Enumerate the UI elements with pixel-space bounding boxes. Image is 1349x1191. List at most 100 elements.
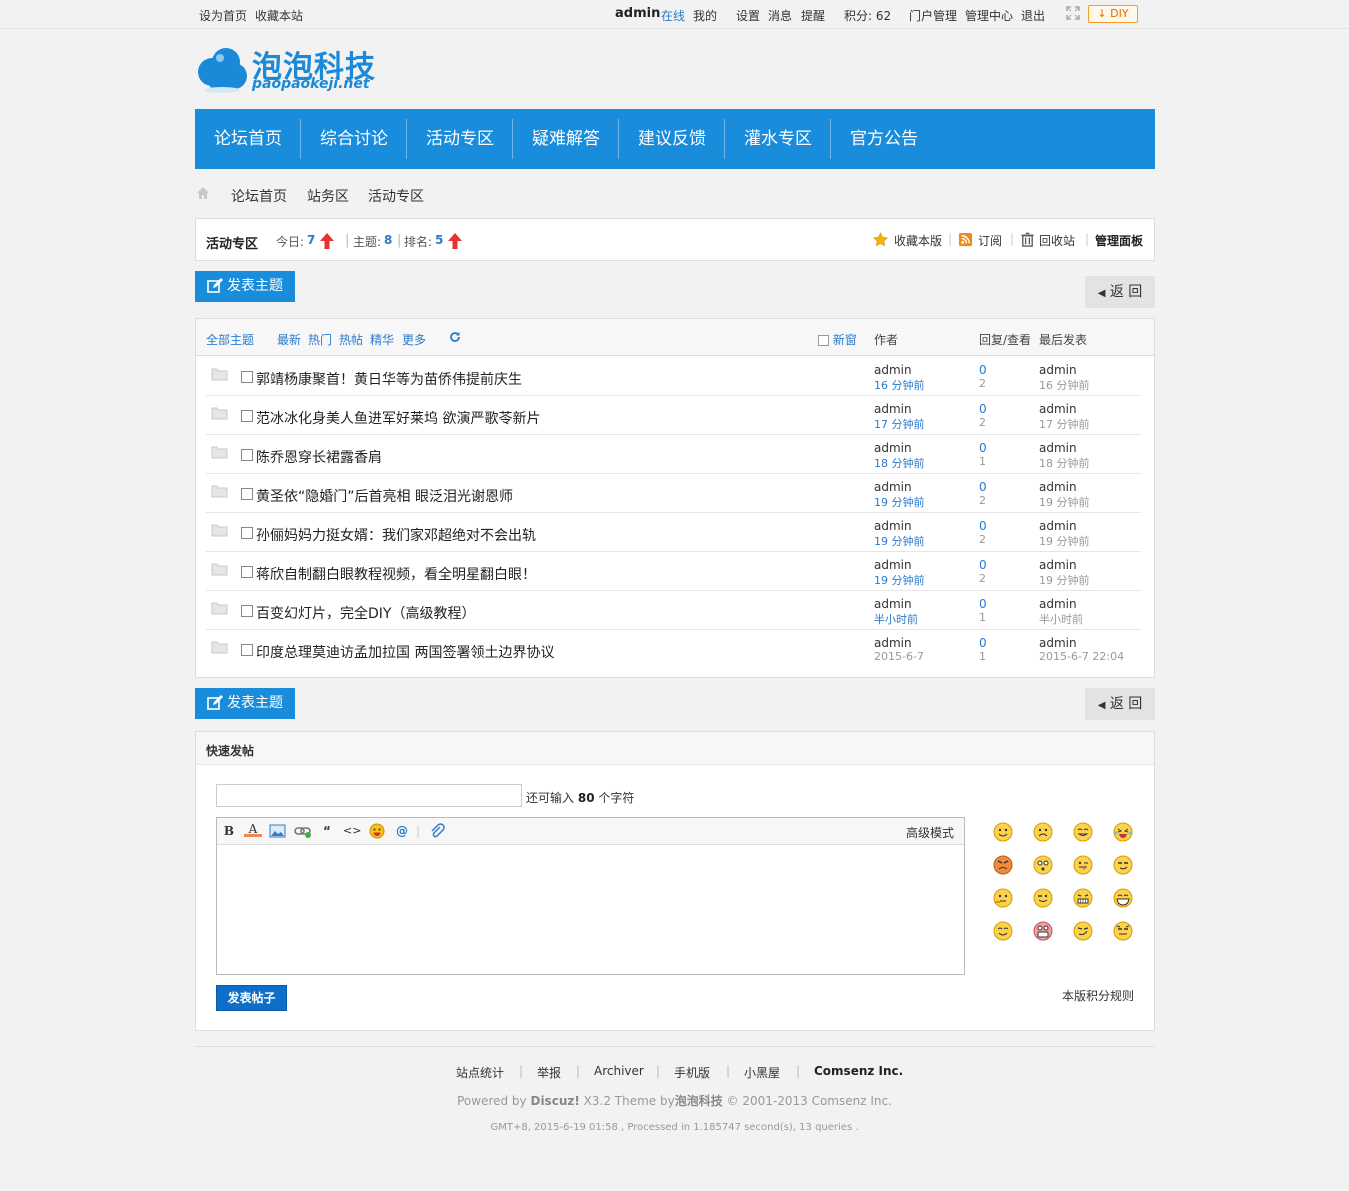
attachment-icon[interactable] [428,823,446,839]
breadcrumb-forum-home[interactable]: 论坛首页 [231,186,287,206]
smiley-grin-icon[interactable] [1073,822,1093,842]
thread-replies[interactable]: 0 [979,480,987,494]
image-icon[interactable] [269,823,287,839]
font-color-button[interactable]: A [244,823,262,837]
code-button[interactable]: <> [343,823,361,839]
thread-title[interactable]: 郭靖杨康聚首！黄日华等为苗侨伟提前庆生 [256,369,522,389]
smiley-tongue-icon[interactable] [1073,855,1093,875]
breadcrumb-events[interactable]: 活动专区 [368,186,424,206]
smiley-icon[interactable] [368,823,386,839]
diy-button[interactable]: ↓ DIY [1088,5,1138,23]
thread-title[interactable]: 印度总理莫迪访孟加拉国 两国签署领土边界协议 [256,642,554,662]
footer-comsenz-link[interactable]: Comsenz Inc. [814,1064,903,1078]
footer-archiver-link[interactable]: Archiver [594,1064,644,1078]
messages-link[interactable]: 消息 [768,7,792,24]
recycle-bin-link[interactable]: 回收站 [1039,232,1075,249]
theme-author-link[interactable]: 泡泡科技 [675,1094,723,1108]
thread-last-user[interactable]: admin [1039,558,1077,572]
subscribe-link[interactable]: 订阅 [978,232,1002,249]
thread-checkbox[interactable] [241,371,253,383]
thread-replies[interactable]: 0 [979,402,987,416]
smiley-laugh-icon[interactable] [1113,888,1133,908]
back-button[interactable]: ◀ 返 回 [1085,276,1155,308]
smiley-sad-icon[interactable] [1033,822,1053,842]
smiley-angry-icon[interactable] [993,855,1013,875]
smiley-annoyed-icon[interactable] [1113,921,1133,941]
thread-author[interactable]: admin [874,402,912,416]
smiley-wink-icon[interactable] [1033,888,1053,908]
refresh-icon[interactable] [449,331,461,343]
thread-checkbox[interactable] [241,566,253,578]
thread-last-user[interactable]: admin [1039,363,1077,377]
smiley-thinking-icon[interactable] [993,888,1013,908]
site-logo[interactable]: 泡泡科技 paopaokeji.net [196,42,376,98]
points-link[interactable]: 积分: 62 [844,7,891,24]
home-icon[interactable] [196,186,210,200]
nav-item-general[interactable]: 综合讨论 [301,109,407,169]
favorite-forum-link[interactable]: 收藏本版 [894,232,942,249]
smiley-grimace-icon[interactable] [1073,888,1093,908]
reminders-link[interactable]: 提醒 [801,7,825,24]
nav-item-events[interactable]: 活动专区 [407,109,513,169]
thread-last-user[interactable]: admin [1039,480,1077,494]
credit-rules-link[interactable]: 本版积分规则 [1062,987,1134,1004]
smiley-sly-icon[interactable] [1073,921,1093,941]
new-thread-button[interactable]: 发表主题 [195,271,295,302]
thread-replies[interactable]: 0 [979,363,987,377]
thread-last-user[interactable]: admin [1039,597,1077,611]
breadcrumb-site-affairs[interactable]: 站务区 [307,186,349,206]
thread-author[interactable]: admin [874,363,912,377]
thread-author[interactable]: admin [874,597,912,611]
thread-checkbox[interactable] [241,644,253,656]
thread-replies[interactable]: 0 [979,636,987,650]
nav-item-help[interactable]: 疑难解答 [513,109,619,169]
expand-icon[interactable] [1066,6,1080,20]
thread-title[interactable]: 蒋欣自制翻白眼教程视频，看全明星翻白眼！ [256,564,536,584]
thread-checkbox[interactable] [241,488,253,500]
filter-hot-posts[interactable]: 热帖 [339,331,363,348]
smiley-happy-icon[interactable] [993,921,1013,941]
admin-center-link[interactable]: 管理中心 [965,7,1013,24]
thread-title[interactable]: 百变幻灯片，完全DIY（高级教程） [256,603,475,623]
thread-checkbox[interactable] [241,449,253,461]
smiley-confused-icon[interactable] [1033,855,1053,875]
quote-button[interactable]: “ [318,823,336,839]
back-button-bottom[interactable]: ◀ 返 回 [1085,688,1155,720]
footer-mobile-link[interactable]: 手机版 [674,1064,710,1081]
nav-item-announcements[interactable]: 官方公告 [831,109,937,169]
filter-latest[interactable]: 最新 [277,331,301,348]
smiley-smug-icon[interactable] [1113,855,1133,875]
mine-link[interactable]: 我的 [693,7,717,24]
thread-last-user[interactable]: admin [1039,441,1077,455]
portal-admin-link[interactable]: 门户管理 [909,7,957,24]
thread-last-user[interactable]: admin [1039,519,1077,533]
thread-last-user[interactable]: admin [1039,636,1077,650]
logout-link[interactable]: 退出 [1021,7,1045,24]
set-home-link[interactable]: 设为首页 [199,7,247,24]
thread-replies[interactable]: 0 [979,519,987,533]
submit-post-button[interactable]: 发表帖子 [216,985,287,1011]
filter-digest[interactable]: 精华 [370,331,394,348]
thread-title[interactable]: 陈乔恩穿长裙露香肩 [256,447,382,467]
settings-link[interactable]: 设置 [736,7,760,24]
nav-item-forum-home[interactable]: 论坛首页 [195,109,301,169]
thread-replies[interactable]: 0 [979,558,987,572]
thread-replies[interactable]: 0 [979,441,987,455]
nav-item-feedback[interactable]: 建议反馈 [619,109,725,169]
thread-author[interactable]: admin [874,519,912,533]
thread-author[interactable]: admin [874,480,912,494]
link-icon[interactable] [294,823,312,839]
thread-last-user[interactable]: admin [1039,402,1077,416]
subject-input[interactable] [216,784,522,807]
thread-author[interactable]: admin [874,636,912,650]
smiley-shocked-icon[interactable] [1033,921,1053,941]
mention-button[interactable]: @ [393,823,411,839]
post-content-textarea[interactable] [217,845,964,974]
thread-checkbox[interactable] [241,527,253,539]
smiley-smile-icon[interactable] [993,822,1013,842]
bold-button[interactable]: B [220,823,238,839]
new-thread-button-bottom[interactable]: 发表主题 [195,688,295,719]
online-status[interactable]: 在线 [661,7,685,24]
smiley-cry-laugh-icon[interactable] [1113,822,1133,842]
discuz-link[interactable]: Discuz! [530,1094,579,1108]
